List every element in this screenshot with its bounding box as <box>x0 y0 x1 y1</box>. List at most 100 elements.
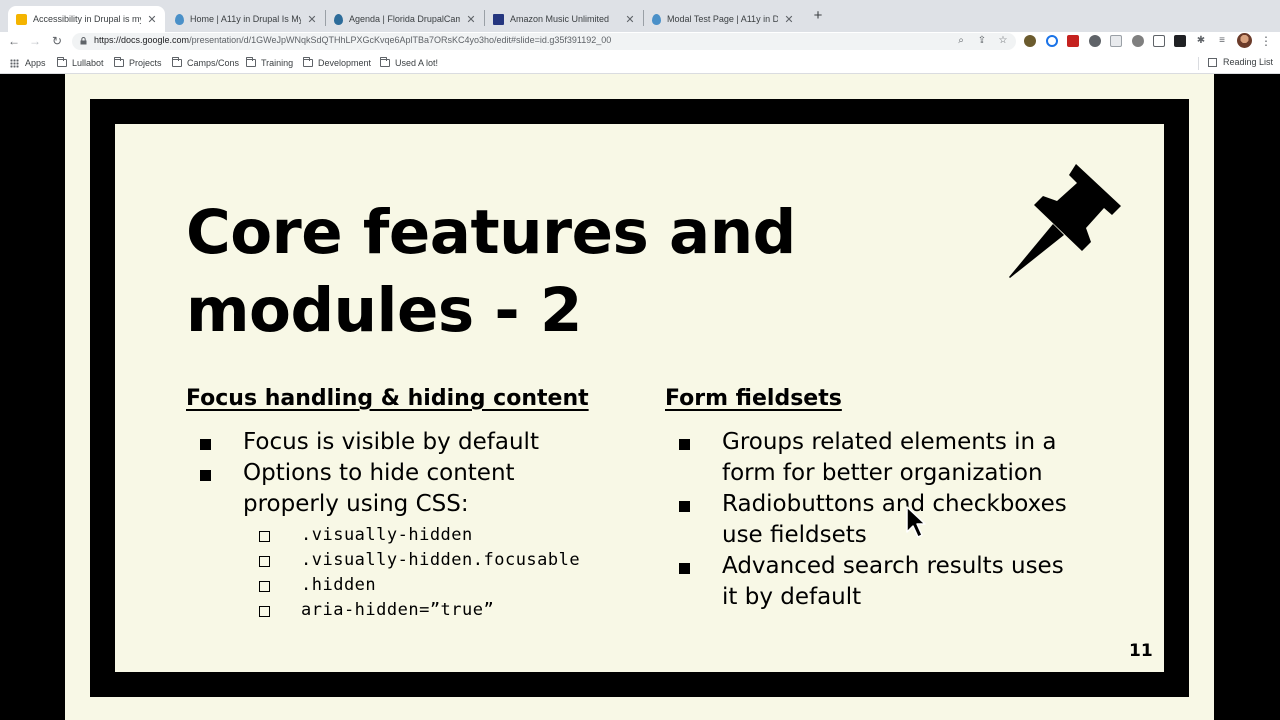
bookmarks-divider <box>1198 57 1199 70</box>
folder-icon <box>246 57 256 67</box>
bookmark-star-icon[interactable]: ☆ <box>996 34 1010 48</box>
bookmark-label: Development <box>318 58 372 68</box>
list-item: .visually-hidden.focusable <box>259 548 580 573</box>
bookmark-label: Used A lot! <box>395 58 439 68</box>
reading-list-icon <box>1208 57 1217 67</box>
pushpin-icon <box>1009 164 1121 278</box>
browser-toolbar: ← → ↻ https://docs.google.com/presentati… <box>0 32 1280 52</box>
list-item: .hidden <box>259 573 580 598</box>
media-controls-icon[interactable]: ≡ <box>1215 34 1229 48</box>
list-item: Advanced search results uses it by defau… <box>679 551 1067 613</box>
right-bullet-list: Groups related elements in a form for be… <box>679 427 1067 613</box>
close-icon[interactable]: ✕ <box>307 13 317 26</box>
folder-icon <box>114 57 124 67</box>
mouse-cursor-icon <box>906 506 926 538</box>
folder-icon <box>57 57 67 67</box>
slide-page-number: 11 <box>1129 641 1153 661</box>
extension-icon[interactable] <box>1024 35 1036 47</box>
bookmark-camps-cons[interactable]: Camps/Cons <box>172 57 239 69</box>
bookmark-lullabot[interactable]: Lullabot <box>57 57 104 69</box>
bookmarks-bar: Apps Lullabot Projects Camps/Cons Traini… <box>0 52 1280 74</box>
bookmark-training[interactable]: Training <box>246 57 293 69</box>
slide-frame: Core features and modules - 2 Focus hand… <box>90 99 1189 697</box>
extension-icon[interactable] <box>1089 35 1101 47</box>
lock-icon <box>80 37 87 45</box>
left-bullet-list: Focus is visible by default Options to h… <box>200 427 539 520</box>
left-column-heading: Focus handling & hiding content <box>186 386 589 411</box>
tab-title: Agenda | Florida DrupalCamp <box>349 14 460 24</box>
bookmark-label: Training <box>261 58 294 68</box>
share-icon[interactable]: ⇪ <box>975 34 989 48</box>
square-bullet-icon <box>200 439 211 450</box>
tab-strip: Accessibility in Drupal is my Ja ✕ Home … <box>0 0 1280 32</box>
list-item: aria-hidden=”true” <box>259 598 580 623</box>
slide-title: Core features and modules - 2 <box>186 194 806 350</box>
bookmark-apps[interactable]: Apps <box>10 57 46 69</box>
bookmark-projects[interactable]: Projects <box>114 57 162 69</box>
close-icon[interactable]: ✕ <box>466 13 476 26</box>
list-item: Options to hide content properly using C… <box>200 458 539 520</box>
extension-icon[interactable] <box>1174 35 1186 47</box>
reload-icon[interactable]: ↻ <box>49 33 65 49</box>
apps-grid-icon <box>10 58 19 68</box>
list-item: Focus is visible by default <box>200 427 539 458</box>
bookmark-label: Camps/Cons <box>187 58 240 68</box>
right-column-heading: Form fieldsets <box>665 386 842 411</box>
tab-title: Home | A11y in Drupal Is My Ja <box>190 14 301 24</box>
address-bar[interactable]: https://docs.google.com/presentation/d/1… <box>72 33 1016 50</box>
bookmark-label: Lullabot <box>72 58 104 68</box>
hollow-square-bullet-icon <box>259 581 270 592</box>
bookmark-label: Apps <box>25 58 46 68</box>
hollow-square-bullet-icon <box>259 531 270 542</box>
url-text: https://docs.google.com/presentation/d/1… <box>94 35 612 45</box>
square-bullet-icon <box>679 563 690 574</box>
extension-icon[interactable] <box>1110 35 1122 47</box>
reading-list-button[interactable]: Reading List <box>1208 57 1273 67</box>
tab-title: Accessibility in Drupal is my Ja <box>33 14 141 24</box>
extension-icon[interactable] <box>1067 35 1079 47</box>
more-menu-icon[interactable]: ⋮ <box>1260 33 1272 49</box>
extension-icon[interactable] <box>1046 35 1058 47</box>
avatar[interactable] <box>1237 33 1252 48</box>
zoom-icon[interactable]: ⌕ <box>954 34 968 48</box>
slide-content: Core features and modules - 2 Focus hand… <box>115 124 1164 672</box>
folder-icon <box>172 57 182 67</box>
bookmark-used-a-lot[interactable]: Used A lot! <box>380 57 438 69</box>
tab-title: Amazon Music Unlimited <box>510 14 610 24</box>
list-item: Radiobuttons and checkboxes use fieldset… <box>679 489 1067 551</box>
list-item: Groups related elements in a form for be… <box>679 427 1067 489</box>
bookmark-development[interactable]: Development <box>303 57 371 69</box>
close-icon[interactable]: ✕ <box>625 13 635 26</box>
folder-icon <box>303 57 313 67</box>
drupal-drop-icon <box>334 13 343 25</box>
square-bullet-icon <box>200 470 211 481</box>
tab-modal-test[interactable]: Modal Test Page | A11y in Drup ✕ <box>644 6 802 32</box>
drupal-drop-icon <box>175 13 184 25</box>
amazon-music-icon <box>493 13 504 25</box>
bookmark-label: Projects <box>129 58 162 68</box>
title-line: modules - 2 <box>186 275 582 346</box>
tab-agenda[interactable]: Agenda | Florida DrupalCamp ✕ <box>326 6 484 32</box>
puzzle-extensions-icon[interactable]: ✱ <box>1194 34 1208 48</box>
extension-icon[interactable] <box>1132 35 1144 47</box>
list-item: .visually-hidden <box>259 523 580 548</box>
square-bullet-icon <box>679 439 690 450</box>
css-class-sublist: .visually-hidden .visually-hidden.focusa… <box>259 523 580 623</box>
tab-title: Modal Test Page | A11y in Drup <box>667 14 778 24</box>
square-bullet-icon <box>679 501 690 512</box>
folder-icon <box>380 57 390 67</box>
extension-icon[interactable] <box>1153 35 1165 47</box>
close-icon[interactable]: ✕ <box>784 13 794 26</box>
tab-home-a11y[interactable]: Home | A11y in Drupal Is My Ja ✕ <box>167 6 325 32</box>
close-icon[interactable]: ✕ <box>147 13 157 26</box>
hollow-square-bullet-icon <box>259 606 270 617</box>
slide: Core features and modules - 2 Focus hand… <box>65 74 1214 720</box>
forward-arrow-icon[interactable]: → <box>27 33 43 49</box>
hollow-square-bullet-icon <box>259 556 270 567</box>
back-arrow-icon[interactable]: ← <box>6 33 22 49</box>
tab-amazon-music[interactable]: Amazon Music Unlimited ✕ <box>485 6 643 32</box>
tab-accessibility-slides[interactable]: Accessibility in Drupal is my Ja ✕ <box>8 6 165 32</box>
title-line: Core features and <box>186 197 796 268</box>
presentation-stage: Core features and modules - 2 Focus hand… <box>0 74 1280 720</box>
new-tab-button[interactable]: + <box>810 7 826 25</box>
